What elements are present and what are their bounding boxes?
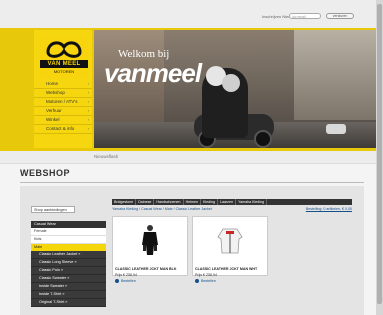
breadcrumb[interactable]: Yamaha Kleding / Casual Wear / Male / Cl…: [112, 207, 212, 211]
tab-handschoenen[interactable]: Handschoenen: [154, 199, 184, 205]
vertical-scrollbar[interactable]: [376, 0, 383, 315]
hero-helmet: [222, 74, 240, 92]
product-card[interactable]: CLASSIC LEATHER JCKT MAN WHT Prijs € 258…: [192, 216, 268, 284]
news-flash-label: Nieuwsflash: [94, 154, 119, 159]
product-card[interactable]: CLASSIC LEATHER JCKT MAN BLK Prijs € 258…: [112, 216, 188, 284]
logo[interactable]: VAN MEEL MOTOREN: [40, 38, 88, 78]
category-item[interactable]: Casual Wear: [31, 221, 106, 228]
cart-summary-link[interactable]: Bestelling: 0 artikelen, € 0,00: [306, 207, 352, 211]
category-item[interactable]: Kids: [31, 236, 106, 244]
category-item-selected[interactable]: Male: [31, 244, 106, 251]
subcategory-item[interactable]: Classic Leather Jacket »: [31, 251, 106, 259]
chevron-right-icon: ›: [87, 81, 89, 86]
category-item[interactable]: Female: [31, 228, 106, 236]
logo-sub: MOTOREN: [53, 69, 75, 74]
shop-offers-button[interactable]: Shop aanbiedingen: [31, 206, 75, 213]
newsletter-email-input[interactable]: uw email: [289, 13, 321, 19]
chevron-right-icon: ›: [87, 108, 89, 113]
shop-breadcrumb-row: Yamaha Kleding / Casual Wear / Male / Cl…: [112, 207, 352, 213]
main-nav: Home › Webshop › Motoren / ATV's › Verhuur ›…: [34, 80, 92, 134]
product-name: CLASSIC LEATHER JCKT MAN WHT: [195, 267, 258, 271]
product-price: Prijs € 258,94: [195, 273, 217, 277]
hero-brand: vanmeel: [104, 58, 202, 88]
nav-item-motoren[interactable]: Motoren / ATV's ›: [34, 98, 92, 107]
tab-dainese[interactable]: Dainese: [136, 199, 155, 205]
jacket-white-image: [217, 228, 243, 254]
subcategory-item[interactable]: Classic Long Sleeve »: [31, 259, 106, 267]
page: Inschrijven Nieuwsbrief: uw email verstu…: [0, 0, 376, 315]
category-list: Casual Wear Female Kids Male Classic Lea…: [31, 221, 106, 307]
tab-helmen[interactable]: Helmen: [184, 199, 201, 205]
tab-laarzen[interactable]: Laarzen: [218, 199, 236, 205]
brand-tabs: Bridgestone Dainese Handschoenen Helmen …: [112, 199, 352, 205]
product-order-link[interactable]: Bestellen: [195, 279, 216, 284]
product-order-link[interactable]: Bestellen: [115, 279, 136, 284]
info-icon: [115, 279, 119, 284]
chevron-right-icon: ›: [87, 117, 89, 122]
newsletter-bar: Inschrijven Nieuwsbrief: uw email verstu…: [0, 0, 376, 28]
info-icon: [195, 279, 199, 284]
chevron-right-icon: ›: [87, 126, 89, 131]
tab-kleding[interactable]: Kleding: [201, 199, 218, 205]
hero-building-right: [294, 30, 376, 120]
jacket-black-image: [142, 225, 158, 255]
hero-wheel: [254, 130, 272, 148]
nav-item-winkel[interactable]: Winkel ›: [34, 116, 92, 125]
hero-banner: Welkom bij vanmeel: [94, 30, 376, 148]
subcategory-item[interactable]: Classic Sweater »: [31, 275, 106, 283]
tab-bridgestone[interactable]: Bridgestone: [112, 199, 137, 205]
nav-item-webshop[interactable]: Webshop ›: [34, 89, 92, 98]
chevron-right-icon: ›: [87, 99, 89, 104]
scrollbar-thumb[interactable]: [377, 4, 382, 304]
tab-yamaha-kleding[interactable]: Yamaha Kleding: [236, 199, 268, 205]
logo-mark-icon: [46, 41, 82, 58]
nav-item-contact[interactable]: Contact & info ›: [34, 125, 92, 134]
subcategory-item[interactable]: Inside T-Shirt »: [31, 291, 106, 299]
chevron-right-icon: ›: [87, 90, 89, 95]
subcategory-item[interactable]: Classic Polo »: [31, 267, 106, 275]
divider: [20, 182, 364, 183]
product-price: Prijs € 258,94: [115, 273, 137, 277]
logo-brand: VAN MEEL: [40, 60, 88, 68]
nav-item-home[interactable]: Home ›: [34, 80, 92, 89]
page-title: WEBSHOP: [20, 168, 71, 178]
news-bar: Nieuwsflash: [0, 151, 376, 164]
subcategory-item[interactable]: Inside Sweater »: [31, 283, 106, 291]
product-name: CLASSIC LEATHER JCKT MAN BLK: [115, 267, 177, 271]
hero-car: [326, 124, 346, 134]
nav-item-verhuur[interactable]: Verhuur ›: [34, 107, 92, 116]
newsletter-submit-button[interactable]: versturen: [326, 13, 354, 19]
subcategory-item[interactable]: Original T-Shirt »: [31, 299, 106, 307]
